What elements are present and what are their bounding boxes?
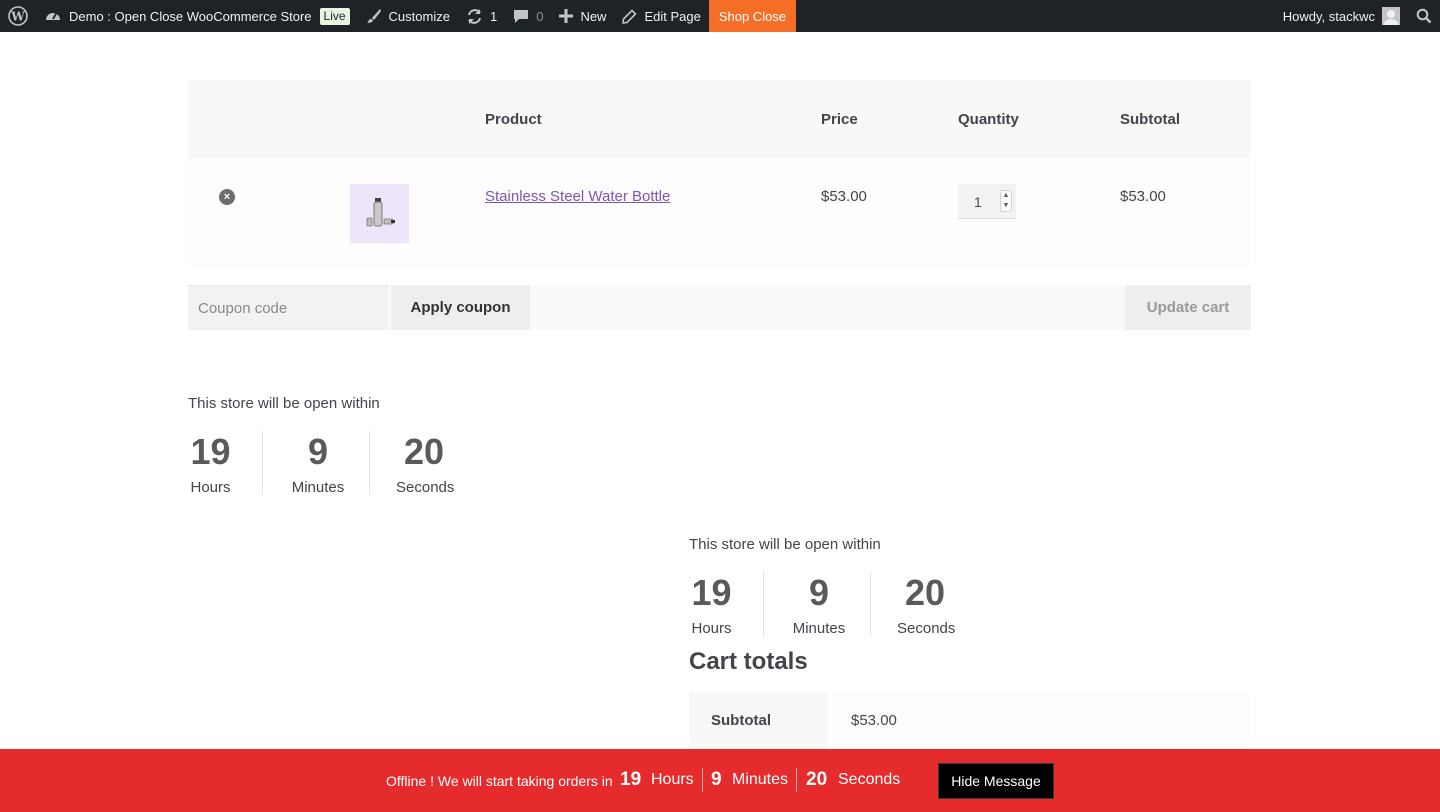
countdown-divider (870, 572, 871, 636)
totals-subtotal-header: Subtotal (689, 692, 828, 749)
quantity-stepper[interactable]: 1 ▲ ▼ (958, 184, 1016, 219)
search-icon[interactable] (1408, 0, 1440, 32)
notice-divider (796, 768, 797, 792)
notice-hours-value: 19 (620, 769, 642, 790)
notice-hours-label: Hours (651, 771, 694, 788)
offline-notice-bar: Offline ! We will start taking orders in… (0, 749, 1440, 812)
product-name-link[interactable]: Stainless Steel Water Bottle (485, 188, 670, 205)
header-product: Product (485, 111, 542, 128)
table-row (188, 158, 1251, 268)
new-label: New (580, 8, 607, 24)
notice-divider (702, 768, 703, 792)
countdown-minutes: 9 Minutes (789, 572, 849, 637)
remove-item-icon[interactable]: × (219, 189, 235, 205)
hours-label: Hours (691, 620, 732, 637)
cart-actions: Apply coupon Update cart (188, 285, 1251, 330)
brush-icon (366, 9, 381, 23)
countdown-text: This store will be open within (188, 395, 380, 412)
notice-minutes-label: Minutes (732, 771, 789, 788)
site-name: Demo : Open Close WooCommerce Store (69, 8, 312, 24)
hours-value: 19 (691, 572, 732, 613)
countdown-text: This store will be open within (689, 536, 881, 553)
countdown-hours: 19 Hours (689, 572, 734, 637)
edit-page-link[interactable]: Edit Page (614, 0, 708, 32)
svg-text:W: W (10, 10, 25, 24)
edit-page-label: Edit Page (644, 8, 701, 24)
account-menu[interactable]: Howdy, stackwc (1275, 0, 1408, 32)
customize-label: Customize (388, 8, 450, 24)
updates-icon (467, 8, 481, 24)
totals-subtotal-label: Subtotal (711, 712, 771, 729)
notice-seconds-label: Seconds (838, 771, 901, 788)
countdown-divider (763, 572, 764, 636)
comments-count: 0 (536, 8, 544, 24)
pencil-icon (622, 8, 638, 24)
quantity-value: 1 (974, 194, 982, 210)
notice-minutes-value: 9 (711, 769, 722, 790)
comments-link[interactable]: 0 (505, 0, 551, 32)
header-price: Price (821, 111, 858, 128)
shop-close-link[interactable]: Shop Close (708, 0, 797, 32)
countdown-seconds: 20 Seconds (897, 572, 956, 637)
avatar (1382, 7, 1400, 25)
hours-value: 19 (190, 431, 231, 472)
seconds-value: 20 (904, 572, 946, 613)
offline-message: Offline ! We will start taking orders in (386, 773, 613, 789)
admin-bar: W Demo : Open Close WooCommerce Store Li… (0, 0, 1440, 32)
comment-bubble-icon (514, 10, 529, 23)
hours-label: Hours (190, 479, 231, 496)
cart-table-header: Product Price Quantity Subtotal (188, 80, 1251, 158)
site-name-menu[interactable]: Demo : Open Close WooCommerce Store Live (36, 0, 358, 32)
coupon-code-input[interactable] (188, 285, 388, 330)
minutes-label: Minutes (291, 479, 345, 496)
seconds-label: Seconds (396, 479, 455, 496)
minutes-value: 9 (808, 572, 830, 613)
store-open-countdown: This store will be open within 19 Hours … (188, 395, 508, 515)
plus-icon (559, 9, 574, 23)
countdown-minutes: 9 Minutes (288, 431, 348, 496)
seconds-label: Seconds (897, 620, 956, 637)
water-bottle-icon (366, 198, 395, 227)
header-subtotal: Subtotal (1120, 111, 1180, 128)
quantity-spinner-arrows-icon[interactable]: ▲ ▼ (1000, 190, 1012, 212)
update-cart-button[interactable]: Update cart (1125, 285, 1251, 330)
product-price: $53.00 (821, 188, 867, 205)
countdown-divider (369, 431, 370, 495)
apply-coupon-button[interactable]: Apply coupon (391, 285, 530, 330)
store-open-countdown-secondary: This store will be open within 19 Hours … (689, 536, 1009, 656)
totals-subtotal-value: $53.00 (851, 712, 897, 729)
cart-table: Product Price Quantity Subtotal × Stainl… (188, 80, 1251, 268)
minutes-value: 9 (307, 431, 329, 472)
notice-seconds-value: 20 (806, 769, 828, 790)
countdown-divider (262, 431, 263, 495)
customize-link[interactable]: Customize (358, 0, 458, 32)
dashboard-gauge-icon (46, 12, 60, 20)
updates-link[interactable]: 1 (458, 0, 505, 32)
header-quantity: Quantity (958, 111, 1019, 128)
minutes-label: Minutes (792, 620, 846, 637)
new-content-link[interactable]: New (551, 0, 614, 32)
product-subtotal: $53.00 (1120, 188, 1166, 205)
countdown-hours: 19 Hours (188, 431, 233, 496)
howdy-label: Howdy, stackwc (1282, 8, 1375, 24)
updates-count: 1 (489, 8, 498, 24)
countdown-seconds: 20 Seconds (396, 431, 455, 496)
seconds-value: 20 (403, 431, 445, 472)
cart-totals-title: Cart totals (689, 648, 808, 675)
live-badge: Live (319, 7, 350, 25)
product-thumbnail[interactable] (350, 184, 409, 243)
wordpress-logo-icon[interactable]: W (0, 0, 36, 32)
totals-subtotal-row: Subtotal $53.00 (689, 692, 1251, 749)
hide-message-button[interactable]: Hide Message (938, 763, 1054, 799)
